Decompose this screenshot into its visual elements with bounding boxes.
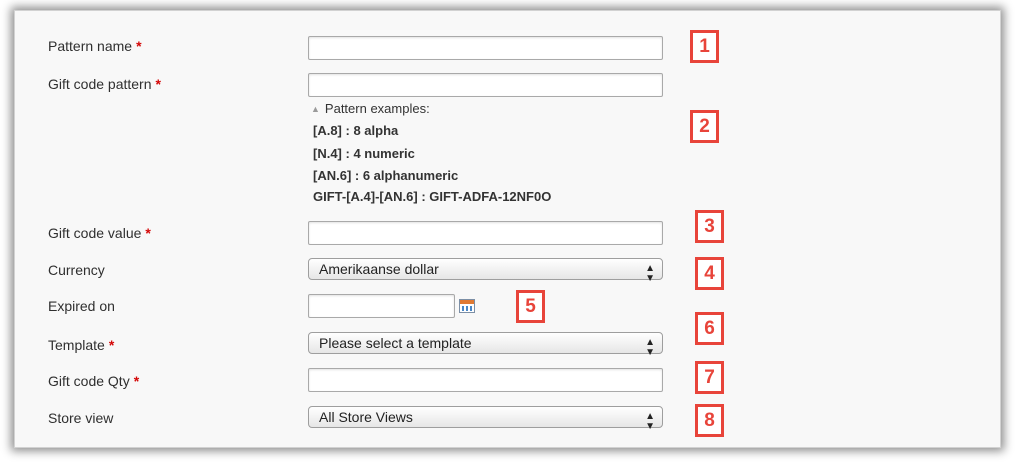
pattern-example: GIFT-[A.4]-[AN.6] : GIFT-ADFA-12NF0O: [313, 189, 552, 204]
currency-select[interactable]: Amerikaanse dollar ▲ ▼: [308, 258, 663, 284]
pattern-example: [N.4] : 4 numeric: [313, 146, 415, 161]
gift-code-pattern-input[interactable]: [308, 73, 663, 97]
annotation-badge-2: 2: [690, 110, 719, 143]
triangle-up-icon: ▲: [311, 104, 320, 114]
updown-arrows-icon: ▲ ▼: [645, 337, 655, 358]
required-marker: *: [133, 373, 140, 389]
annotation-badge-5: 5: [516, 290, 545, 323]
pattern-example: [AN.6] : 6 alphanumeric: [313, 168, 459, 183]
required-marker: *: [136, 38, 142, 54]
currency-label: Currency: [48, 262, 105, 278]
gift-code-qty-input[interactable]: [308, 368, 663, 392]
required-marker: *: [155, 76, 161, 92]
store-view-select[interactable]: All Store Views ▲ ▼: [308, 406, 663, 432]
pattern-example: [A.8] : 8 alpha: [313, 123, 399, 138]
annotation-badge-4: 4: [695, 257, 724, 290]
updown-arrows-icon: ▲ ▼: [645, 411, 655, 432]
calendar-icon[interactable]: [459, 299, 475, 313]
gift-code-value-label: Gift code value *: [48, 225, 151, 241]
pattern-name-label: Pattern name *: [48, 38, 142, 54]
expired-on-label: Expired on: [48, 298, 115, 314]
template-label: Template *: [48, 337, 115, 353]
required-marker: *: [145, 225, 151, 241]
updown-arrows-icon: ▲ ▼: [645, 263, 655, 284]
pattern-examples-toggle[interactable]: ▲ Pattern examples:: [311, 101, 430, 116]
annotation-badge-3: 3: [695, 210, 724, 243]
store-view-label: Store view: [48, 410, 114, 426]
pattern-name-input[interactable]: [308, 36, 663, 60]
gift-code-qty-label: Gift code Qty *: [48, 373, 140, 389]
required-marker: *: [108, 337, 115, 353]
gift-code-value-input[interactable]: [308, 221, 663, 245]
gift-code-pattern-label: Gift code pattern *: [48, 76, 161, 92]
expired-on-input[interactable]: [308, 294, 455, 318]
annotation-badge-6: 6: [695, 312, 724, 345]
template-select[interactable]: Please select a template ▲ ▼: [308, 332, 663, 358]
annotation-badge-7: 7: [695, 361, 724, 394]
annotation-badge-1: 1: [690, 30, 719, 63]
annotation-badge-8: 8: [695, 404, 724, 437]
